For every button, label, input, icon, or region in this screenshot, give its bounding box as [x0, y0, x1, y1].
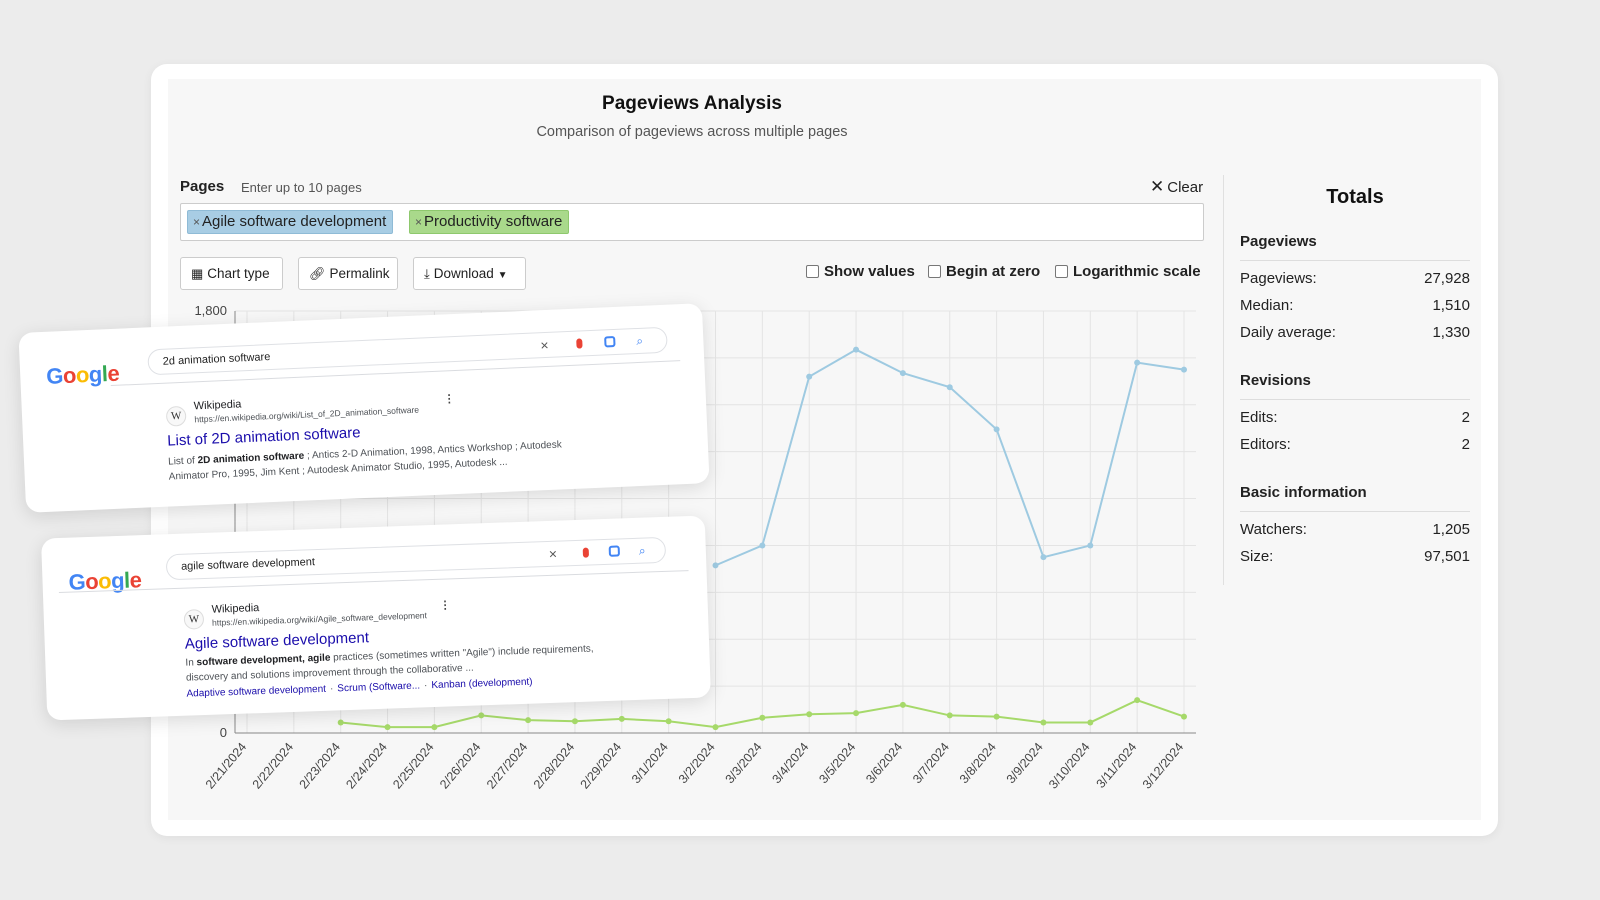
data-point	[712, 562, 719, 569]
data-point	[759, 714, 766, 721]
data-point	[1040, 719, 1047, 726]
search-query: 2d animation software	[162, 351, 271, 368]
data-point	[806, 373, 813, 380]
result-site: Wikipedia	[193, 398, 242, 413]
x-tick-label: 2/21/2024	[203, 740, 250, 792]
result-site: Wikipedia	[211, 602, 260, 616]
snippet-text: ; Antics 2-D Animation, 1998, Antics Wor…	[303, 439, 562, 462]
data-point	[993, 713, 1000, 720]
data-point	[1134, 359, 1141, 366]
x-tick-label: 2/27/2024	[484, 740, 531, 792]
x-tick-label: 3/7/2024	[910, 740, 952, 786]
lens-icon[interactable]	[604, 335, 616, 348]
snippet-text: practices (sometimes written "Agile") in…	[330, 643, 594, 664]
wikipedia-icon: W	[183, 609, 205, 630]
x-tick-label: 2/23/2024	[297, 740, 344, 792]
data-point	[665, 718, 672, 725]
result-title-link[interactable]: Agile software development	[185, 629, 370, 652]
sitelink[interactable]: Kanban (development)	[431, 677, 533, 692]
data-point	[899, 370, 906, 377]
search-query: agile software development	[180, 556, 316, 573]
lens-icon[interactable]	[608, 545, 621, 557]
result-title-link[interactable]: List of 2D animation software	[167, 424, 361, 449]
x-tick-label: 2/22/2024	[250, 740, 297, 792]
data-point	[899, 701, 906, 708]
data-point	[478, 712, 485, 719]
x-tick-label: 3/5/2024	[816, 740, 858, 786]
y-tick-label: 0	[220, 725, 227, 740]
x-tick-label: 3/6/2024	[863, 740, 905, 786]
x-tick-label: 3/11/2024	[1094, 740, 1140, 791]
x-tick-label: 3/10/2024	[1046, 740, 1093, 792]
data-point	[384, 724, 391, 731]
data-point	[1181, 713, 1187, 720]
data-point	[946, 384, 953, 391]
data-point	[806, 711, 813, 718]
x-tick-label: 3/9/2024	[1004, 740, 1046, 786]
y-tick-label: 1,800	[194, 303, 227, 318]
google-result-card: Google 2d animation software × ⌕ W Wikip…	[18, 303, 710, 513]
data-point	[1134, 697, 1141, 704]
google-logo: Google	[45, 360, 120, 389]
data-point	[1181, 366, 1187, 373]
x-tick-label: 3/2/2024	[676, 740, 718, 786]
data-point	[853, 710, 860, 717]
header-divider	[58, 570, 689, 594]
x-tick-label: 2/25/2024	[390, 740, 437, 792]
data-point	[431, 724, 438, 731]
x-tick-label: 3/4/2024	[769, 740, 811, 786]
data-point	[712, 724, 719, 731]
x-tick-label: 3/8/2024	[957, 740, 999, 786]
sitelink[interactable]: Scrum (Software...	[337, 681, 420, 695]
data-point	[1087, 542, 1094, 549]
mic-icon[interactable]	[576, 338, 583, 349]
more-vert-icon[interactable]: ⋮	[439, 598, 450, 611]
data-point	[759, 542, 766, 549]
data-point	[618, 715, 625, 722]
more-vert-icon[interactable]: ⋮	[443, 392, 455, 405]
data-point	[525, 717, 532, 724]
x-tick-label: 2/26/2024	[437, 740, 484, 792]
snippet-text: List of	[167, 455, 198, 468]
search-icon[interactable]: ⌕	[636, 329, 644, 353]
data-point	[993, 426, 1000, 433]
data-point	[1040, 554, 1047, 561]
data-point	[571, 718, 578, 725]
x-tick-label: 3/3/2024	[723, 740, 765, 786]
x-tick-label: 2/24/2024	[343, 740, 390, 792]
snippet-bold: software development, agile	[196, 652, 331, 669]
google-result-card: Google agile software development × ⌕ W …	[41, 515, 711, 721]
wikipedia-icon: W	[165, 405, 187, 427]
close-icon[interactable]: ×	[548, 542, 558, 566]
data-point	[337, 719, 344, 726]
x-tick-label: 2/28/2024	[531, 740, 578, 792]
data-point	[1087, 719, 1094, 726]
close-icon[interactable]: ×	[540, 333, 549, 357]
x-tick-label: 3/1/2024	[629, 740, 671, 786]
snippet-text: In	[185, 657, 197, 669]
sitelink[interactable]: Adaptive software development	[186, 684, 326, 700]
data-point	[853, 346, 860, 353]
snippet-bold: 2D animation software	[197, 450, 305, 467]
x-tick-label: 3/12/2024	[1140, 740, 1187, 792]
search-icon[interactable]: ⌕	[638, 539, 646, 563]
google-search-input[interactable]: 2d animation software × ⌕	[147, 326, 668, 376]
mic-icon[interactable]	[582, 547, 590, 558]
data-point	[946, 712, 953, 719]
x-tick-label: 2/29/2024	[578, 740, 625, 792]
